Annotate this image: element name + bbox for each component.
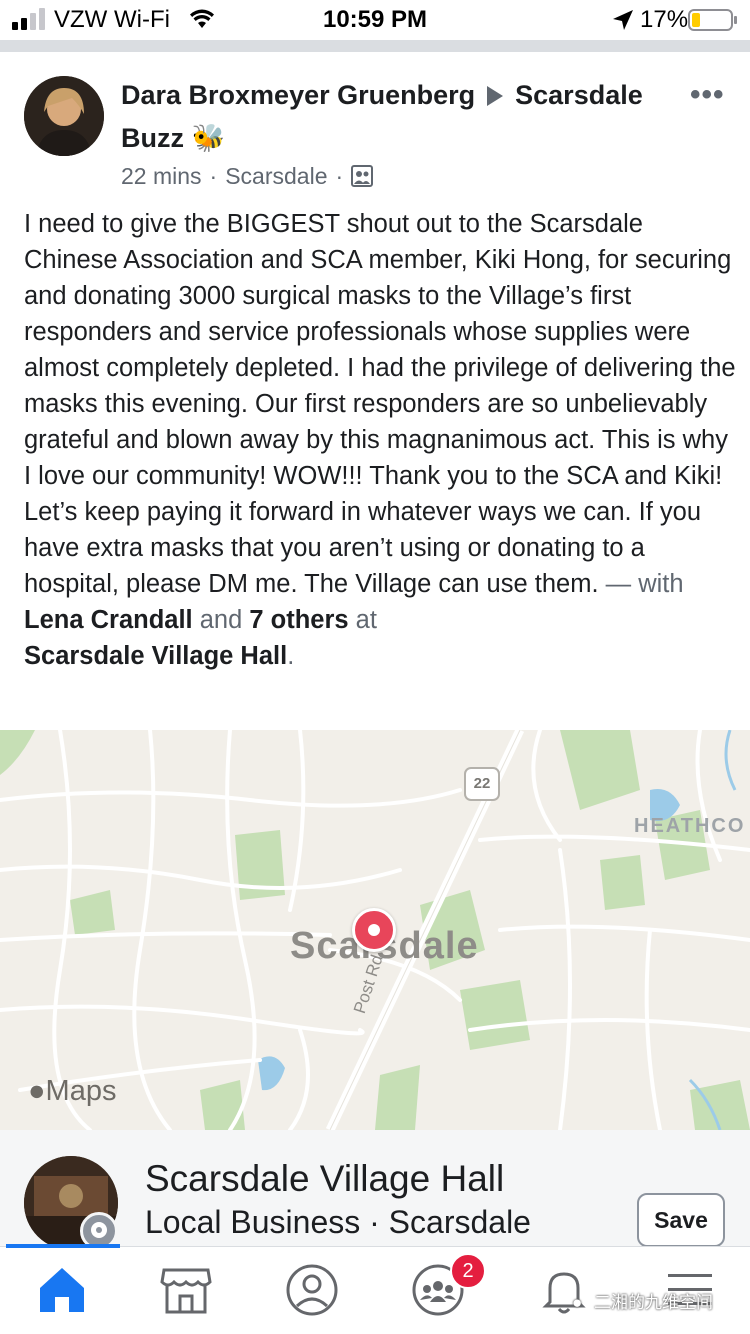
- tab-home[interactable]: [34, 1262, 90, 1318]
- meta-separator-2: ·: [335, 163, 344, 189]
- and-text: and: [192, 606, 250, 634]
- avatar-photo-icon: [24, 76, 104, 156]
- post-meta: 22 mins · Scarsdale ·: [121, 160, 374, 192]
- maps-attribution-text: Maps: [45, 1075, 117, 1107]
- trailing-period: .: [287, 642, 295, 670]
- tab-marketplace[interactable]: [158, 1262, 214, 1318]
- tab-profile[interactable]: [284, 1262, 340, 1318]
- active-tab-indicator: [6, 1244, 120, 1248]
- post-text: I need to give the BIGGEST shout out to …: [24, 206, 736, 674]
- maps-attribution: ●Maps: [28, 1075, 116, 1108]
- route-shield-icon: 22: [464, 767, 500, 801]
- status-bar: VZW Wi-Fi 10:59 PM 17%: [0, 0, 750, 40]
- others-link[interactable]: 7 others: [249, 606, 348, 634]
- author-avatar[interactable]: [24, 76, 104, 156]
- post-body-text: I need to give the BIGGEST shout out to …: [24, 210, 736, 598]
- watermark-text: 二湘的九维空间: [594, 1293, 713, 1312]
- at-text: at: [348, 606, 377, 634]
- map-pin-icon[interactable]: [352, 908, 396, 952]
- post-location[interactable]: Scarsdale: [225, 160, 327, 192]
- bee-emoji: 🐝: [191, 123, 226, 153]
- with-prefix: — with: [598, 570, 684, 598]
- chat-bubble-icon: [91, 1222, 107, 1238]
- arrow-right-icon: [487, 86, 504, 106]
- battery-percent: 17%: [640, 6, 689, 33]
- author-name[interactable]: Dara Broxmeyer Gruenberg: [121, 80, 475, 110]
- location-arrow-icon: [613, 10, 633, 30]
- post-header: Dara Broxmeyer Gruenberg Scarsdale Buzz 🐝: [121, 74, 681, 160]
- meta-separator: ·: [209, 163, 218, 189]
- home-icon: [40, 1268, 84, 1312]
- place-link[interactable]: Scarsdale Village Hall: [24, 642, 287, 670]
- profile-icon: [286, 1264, 338, 1316]
- place-name[interactable]: Scarsdale Village Hall: [145, 1158, 504, 1200]
- apple-logo-icon: ●: [28, 1075, 46, 1107]
- feed-divider: [0, 40, 750, 52]
- post-time[interactable]: 22 mins: [121, 160, 202, 192]
- groups-notification-badge: 2: [450, 1253, 486, 1289]
- clock: 10:59 PM: [322, 6, 428, 33]
- place-subtitle: Local Business · Scarsdale: [145, 1204, 531, 1240]
- marketplace-icon: [160, 1268, 212, 1314]
- tagged-person-link[interactable]: Lena Crandall: [24, 606, 193, 634]
- battery-icon: [688, 9, 737, 31]
- map-area-label: HEATHCO: [634, 815, 746, 837]
- group-privacy-icon: [351, 165, 374, 187]
- wechat-icon: ●: [572, 1293, 583, 1312]
- save-button[interactable]: Save: [637, 1193, 725, 1247]
- more-options-icon[interactable]: •••: [690, 80, 730, 110]
- watermark: ● 二湘的九维空间: [572, 1288, 713, 1313]
